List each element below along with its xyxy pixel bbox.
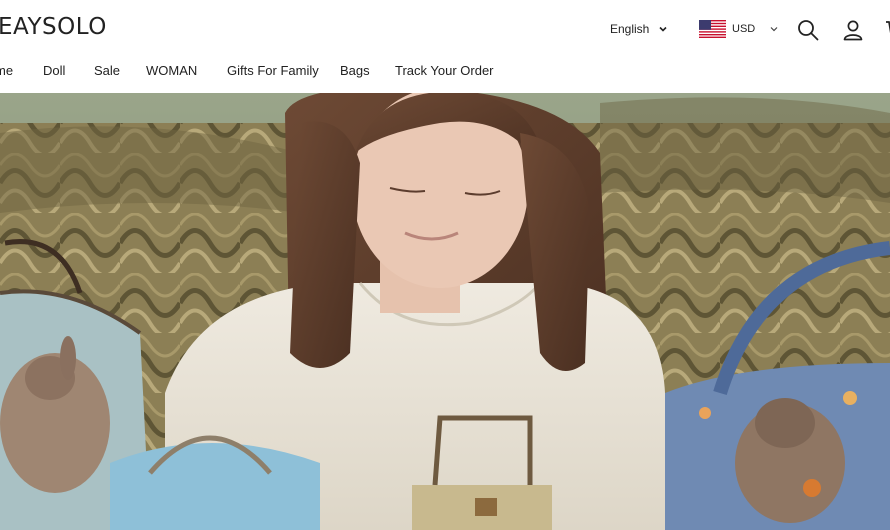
nav-item-woman[interactable]: WOMAN	[146, 63, 197, 78]
user-icon[interactable]	[841, 18, 865, 42]
site-header: EAYSOLO English USD me Doll Sale WOMAN G…	[0, 0, 890, 93]
nav-item-gifts-for-family[interactable]: Gifts For Family	[227, 63, 319, 78]
nav-item-bags[interactable]: Bags	[340, 63, 370, 78]
nav-item-home[interactable]: me	[0, 63, 13, 78]
language-label: English	[610, 22, 650, 36]
nav-item-sale[interactable]: Sale	[94, 63, 120, 78]
language-selector[interactable]: English	[610, 22, 668, 36]
nav-item-track-your-order[interactable]: Track Your Order	[395, 63, 494, 78]
us-flag-icon	[699, 20, 726, 38]
nav-item-doll[interactable]: Doll	[43, 63, 65, 78]
currency-selector[interactable]: USD	[699, 20, 779, 38]
hero-image	[0, 93, 890, 530]
cart-icon[interactable]	[884, 18, 890, 42]
chevron-down-icon	[770, 27, 778, 32]
chevron-down-icon	[659, 26, 667, 32]
site-logo[interactable]: EAYSOLO	[0, 14, 107, 40]
currency-label: USD	[732, 23, 756, 35]
hero-banner[interactable]	[0, 93, 890, 530]
search-icon[interactable]	[796, 18, 820, 42]
